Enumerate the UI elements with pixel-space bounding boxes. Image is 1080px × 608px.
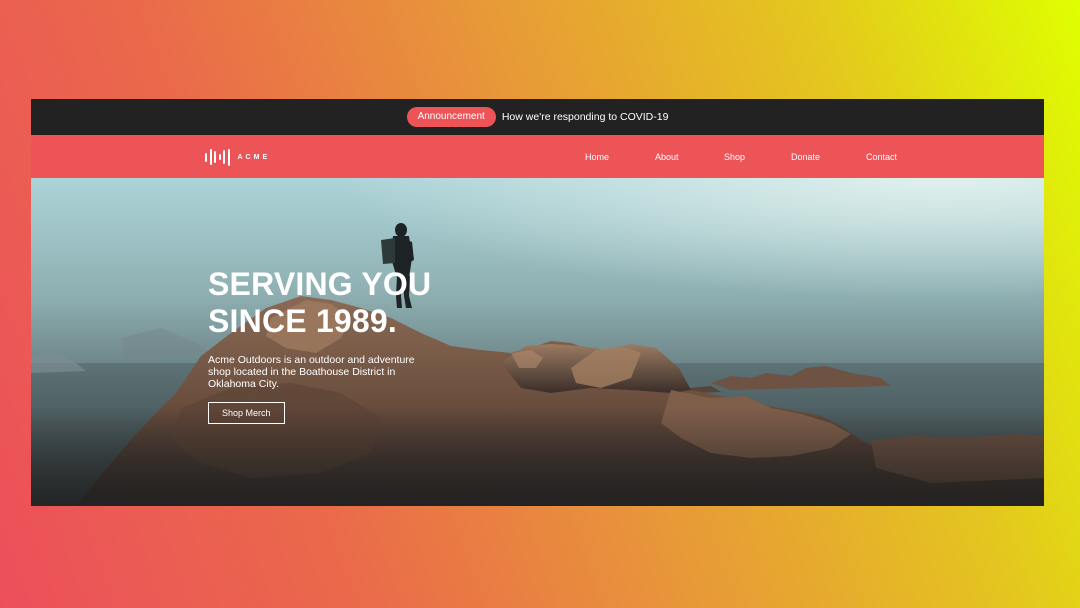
hero-title-line-2: SINCE 1989. (208, 303, 397, 339)
brand-name: ACME (237, 153, 271, 161)
announcement-badge[interactable]: Announcement (406, 107, 496, 127)
website-frame: Announcement How we're responding to COV… (31, 99, 1044, 506)
hero-description: Acme Outdoors is an outdoor and adventur… (208, 354, 415, 390)
nav-about[interactable]: About (655, 152, 679, 162)
navbar: ACME Home About Shop Donate Contact (31, 135, 1044, 178)
hero-title-line-1: SERVING YOU (208, 266, 432, 302)
hero-title: SERVING YOU SINCE 1989. (208, 266, 448, 340)
brand-logo[interactable]: ACME (205, 148, 270, 166)
announcement-link[interactable]: How we're responding to COVID-19 (502, 111, 669, 123)
nav-contact[interactable]: Contact (866, 152, 897, 162)
shop-merch-button[interactable]: Shop Merch (208, 402, 285, 424)
nav-shop[interactable]: Shop (724, 152, 745, 162)
nav-home[interactable]: Home (585, 152, 609, 162)
nav-donate[interactable]: Donate (791, 152, 820, 162)
hero-background-image (31, 178, 1044, 506)
announcement-bar: Announcement How we're responding to COV… (31, 99, 1044, 135)
hero-section: SERVING YOU SINCE 1989. Acme Outdoors is… (31, 178, 1044, 506)
sound-wave-logo-icon (205, 148, 230, 166)
hero-content: SERVING YOU SINCE 1989. Acme Outdoors is… (208, 266, 448, 424)
